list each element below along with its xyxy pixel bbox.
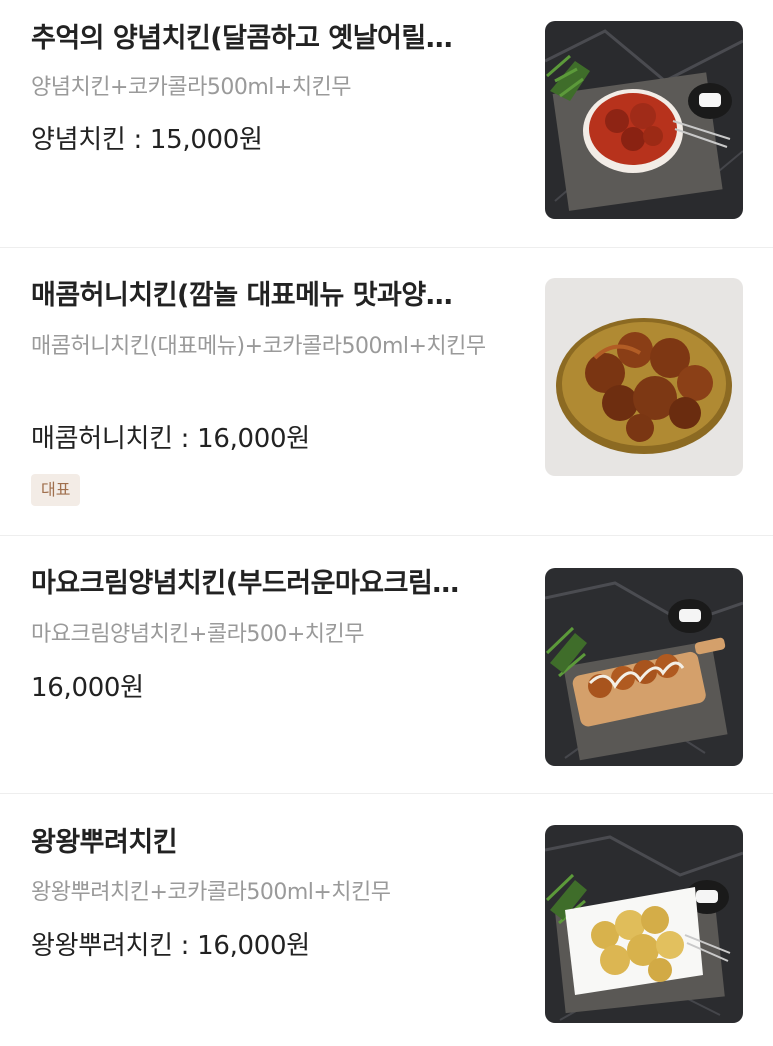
menu-item-photo[interactable] — [545, 21, 743, 219]
menu-item-name: 마요크림양념치킨(부드러운마요크림… — [31, 568, 459, 599]
menu-item[interactable]: 왕왕뿌려치킨 왕왕뿌려치킨+코카콜라500ml+치킨무 왕왕뿌려치킨 : 16,… — [0, 794, 773, 1046]
seasoned-chicken-photo — [545, 21, 743, 219]
menu-item-price: 16,000원 — [31, 673, 144, 703]
menu-item-name: 추억의 양념치킨(달콤하고 옛날어릴… — [31, 23, 453, 54]
menu-item-price: 매콤허니치킨 : 16,000원 — [31, 424, 310, 454]
signature-badge: 대표 — [31, 474, 81, 506]
menu-item[interactable]: 추억의 양념치킨(달콤하고 옛날어릴… 양념치킨+코카콜라500ml+치킨무 양… — [0, 0, 773, 248]
menu-item-photo[interactable] — [545, 825, 743, 1023]
mayo-cream-chicken-photo — [545, 568, 743, 766]
menu-item-name: 왕왕뿌려치킨 — [31, 827, 178, 858]
menu-item-name: 매콤허니치킨(깜놀 대표메뉴 맛과양… — [31, 280, 453, 311]
menu-item-price: 왕왕뿌려치킨 : 16,000원 — [31, 931, 310, 961]
sprinkle-chicken-photo — [545, 825, 743, 1023]
menu-item[interactable]: 매콤허니치킨(깜놀 대표메뉴 맛과양… 매콤허니치킨(대표메뉴)+코카콜라500… — [0, 248, 773, 536]
menu-item-photo[interactable] — [545, 278, 743, 476]
spicy-honey-chicken-photo — [545, 278, 743, 476]
menu-item-photo[interactable] — [545, 568, 743, 766]
menu-item-description: 양념치킨+코카콜라500ml+치킨무 — [31, 75, 352, 100]
menu-item[interactable]: 마요크림양념치킨(부드러운마요크림… 마요크림양념치킨+콜라500+치킨무 16… — [0, 536, 773, 794]
menu-item-description: 왕왕뿌려치킨+코카콜라500ml+치킨무 — [31, 880, 391, 905]
menu-item-description: 매콤허니치킨(대표메뉴)+코카콜라500ml+치킨무 — [31, 334, 486, 359]
menu-item-price: 양념치킨 : 15,000원 — [31, 125, 263, 155]
menu-item-description: 마요크림양념치킨+콜라500+치킨무 — [31, 622, 364, 647]
menu-list: 추억의 양념치킨(달콤하고 옛날어릴… 양념치킨+코카콜라500ml+치킨무 양… — [0, 0, 773, 1046]
